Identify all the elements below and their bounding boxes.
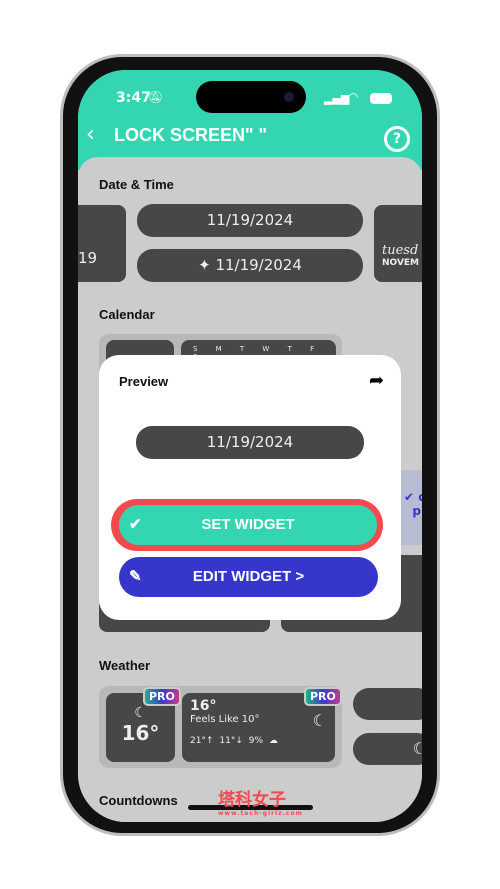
date-widget-partial-right[interactable]: tuesd NOVEM [374,205,422,282]
date-text: 11/19/2024 [215,256,302,274]
weather-widget-partial-2[interactable]: ☾ [353,733,422,765]
silent-bell-icon: 🔕︎ [148,90,164,104]
calendar-promo-card[interactable]: ✔ c p [400,470,422,545]
date-widget-pill-sparkle[interactable]: ✦ 11/19/2024 [137,249,363,282]
pencil-icon: ✎ [129,568,142,585]
edit-widget-label: EDIT WIDGET > [192,568,305,585]
feels-like-text: Feels Like 10° [190,714,260,725]
section-countdowns: Countdowns [99,793,178,808]
screen: Date & Time 19 11/19/2024 ✦ 11/19/2024 t… [78,70,422,822]
status-time: 3:47 [116,90,151,106]
day-text: tuesd [382,243,419,258]
sparkle-icon: ✦ [198,256,216,274]
preview-modal: Preview ➦ 11/19/2024 ✔ SET WIDGET ✎ EDIT W… [99,355,401,620]
share-icon[interactable]: ➦ [369,370,384,391]
wifi-icon: ◠ [348,90,359,104]
set-widget-label: SET WIDGET [201,516,295,533]
rain-icon: ☁ [268,736,278,746]
weather-widget-partial[interactable] [353,688,422,720]
signal-icon: ▂▄▆ [324,92,350,105]
modal-title: Preview [119,374,169,389]
moon-icon: ☾ [134,705,147,721]
pro-badge: PRO [304,687,342,706]
date-widget-partial-left[interactable]: 19 [78,205,126,282]
page-title: LOCK SCREEN" " [114,125,268,145]
section-weather: Weather [99,658,151,673]
moon-icon: ☾ [312,711,327,730]
watermark-logo: 塔科女子 www.tech-girlz.com [218,790,303,817]
help-button[interactable]: ? [384,126,410,152]
section-calendar: Calendar [99,307,155,322]
preview-widget: 11/19/2024 [136,426,364,459]
back-button[interactable]: ‹ [86,122,95,147]
moon-icon: ☾ [412,739,422,758]
pro-badge: PRO [143,687,181,706]
precip-text: 9% [248,736,264,746]
camera [284,92,294,102]
battery-icon [370,93,392,104]
low-temp: 11°↓ [219,736,243,746]
temp-text: 16° [121,721,160,745]
high-temp: 21°↑ [190,736,214,746]
set-widget-button[interactable]: ✔ SET WIDGET [119,505,377,545]
edit-widget-button[interactable]: ✎ EDIT WIDGET > [119,557,378,597]
check-icon: ✔ [129,516,142,533]
section-date-time: Date & Time [99,177,174,192]
date-widget-pill[interactable]: 11/19/2024 [137,204,363,237]
month-text: NOVEM [382,258,420,268]
